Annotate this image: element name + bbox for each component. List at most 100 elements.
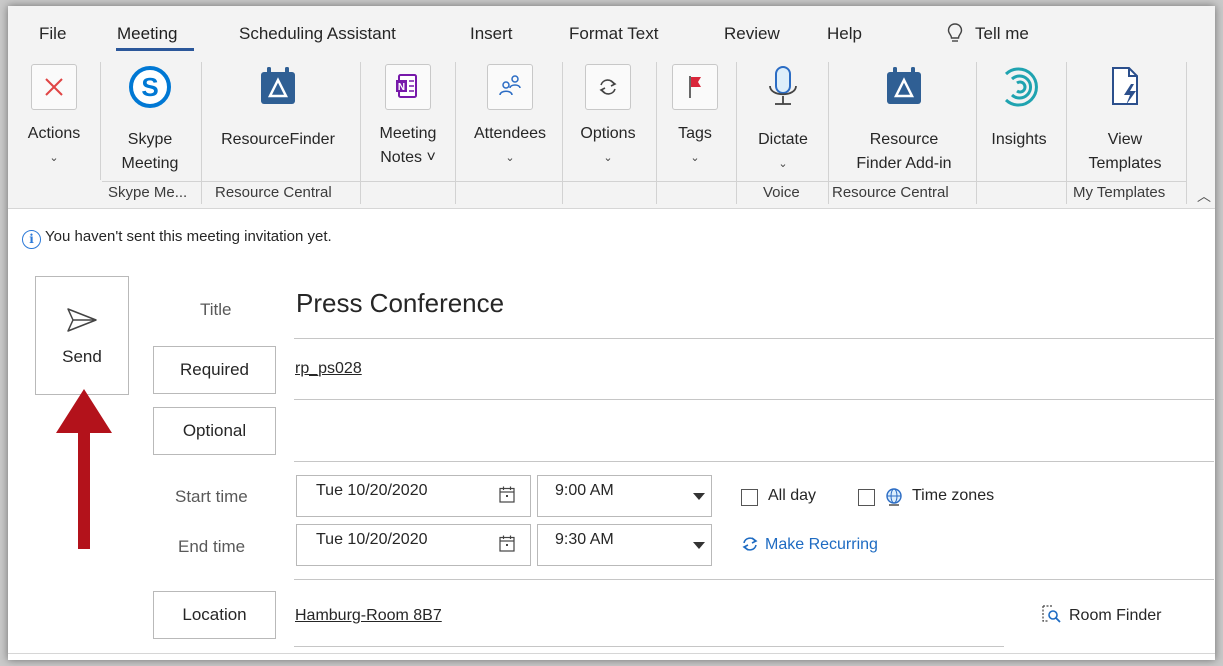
options-label: Options: [580, 125, 636, 142]
meeting-notes-label-2: Notes ˅: [380, 149, 436, 166]
view-templates-button[interactable]: View Templates: [1072, 62, 1178, 174]
group-label-skype: Skype Me...: [108, 184, 188, 201]
tab-insert[interactable]: Insert: [470, 24, 513, 44]
calendar-icon[interactable]: [499, 486, 515, 503]
location-input[interactable]: Hamburg-Room 8B7: [295, 607, 442, 625]
make-recurring-link[interactable]: Make Recurring: [741, 536, 878, 554]
room-finder-label: Room Finder: [1069, 607, 1162, 624]
template-icon: [1112, 67, 1138, 105]
end-date-picker[interactable]: Tue 10/20/2020: [296, 524, 531, 566]
info-icon: i: [22, 230, 41, 249]
send-button[interactable]: Send: [35, 276, 129, 395]
tab-help[interactable]: Help: [827, 24, 862, 44]
rf-addin-label-2: Finder Add-in: [856, 155, 952, 172]
skype-label-2: Meeting: [121, 155, 179, 172]
resource-finder-addin-button[interactable]: Resource Finder Add-in: [834, 62, 974, 174]
rf-addin-label-1: Resource: [869, 131, 939, 148]
required-underline: [294, 399, 1214, 400]
group-label-resource-central-2: Resource Central: [832, 184, 949, 201]
view-templates-label-1: View: [1107, 131, 1143, 148]
time-zones-checkbox[interactable]: [858, 489, 875, 506]
ribbon-separator: [100, 62, 101, 180]
all-day-checkbox[interactable]: [741, 489, 758, 506]
room-finder-icon: [1042, 605, 1061, 623]
recurring-icon: [742, 537, 758, 551]
send-icon: [67, 308, 97, 332]
meeting-notes-button[interactable]: N Meeting Notes ˅: [366, 62, 450, 174]
ribbon-separator: [976, 62, 977, 204]
location-button[interactable]: Location: [153, 591, 276, 639]
tab-meeting[interactable]: Meeting: [117, 24, 177, 44]
red-arrow-annotation: [56, 389, 112, 549]
start-time-label: Start time: [175, 487, 248, 506]
view-templates-label-2: Templates: [1088, 155, 1162, 172]
chevron-down-icon: ⌄: [603, 152, 613, 164]
resource-finder-icon: [887, 67, 921, 104]
tags-button[interactable]: Tags ⌄: [662, 62, 728, 174]
bottom-divider: [8, 653, 1215, 654]
delete-icon: [31, 64, 77, 110]
ribbon-separator: [455, 62, 456, 204]
resource-finder-icon: [261, 67, 295, 104]
ribbon-separator: [828, 62, 829, 204]
time-underline: [294, 579, 1214, 580]
actions-button[interactable]: Actions ⌄: [16, 62, 92, 174]
insights-icon: [1004, 67, 1038, 107]
calendar-icon[interactable]: [499, 535, 515, 552]
ribbon-separator: [1186, 62, 1187, 204]
end-date-value: Tue 10/20/2020: [316, 531, 428, 548]
start-date-picker[interactable]: Tue 10/20/2020: [296, 475, 531, 517]
skype-meeting-button[interactable]: S Skype Meeting: [108, 62, 192, 174]
collapse-ribbon-icon[interactable]: ︿: [1197, 186, 1211, 206]
tab-tell-me[interactable]: Tell me: [975, 24, 1029, 44]
chevron-down-icon: ⌄: [49, 152, 59, 164]
attendees-icon: [487, 64, 533, 110]
room-finder-button[interactable]: Room Finder: [1041, 604, 1161, 625]
all-day-label: All day: [768, 487, 817, 504]
tab-review[interactable]: Review: [724, 24, 780, 44]
info-bar: i You haven't sent this meeting invitatio…: [22, 228, 332, 249]
end-time-dropdown[interactable]: 9:30 AM: [537, 524, 712, 566]
chevron-down-icon: ⌄: [778, 158, 788, 170]
tab-file[interactable]: File: [39, 24, 66, 44]
svg-text:N: N: [398, 82, 405, 93]
options-button[interactable]: Options ⌄: [569, 62, 647, 174]
start-date-value: Tue 10/20/2020: [316, 482, 428, 499]
meeting-window: File Meeting Scheduling Assistant Insert…: [8, 6, 1215, 660]
resourcefinder-button[interactable]: ResourceFinder: [208, 62, 348, 174]
chevron-down-icon: ⌄: [690, 152, 700, 164]
ribbon-separator: [1066, 62, 1067, 204]
ribbon-separator: [736, 62, 737, 204]
active-tab-indicator: [116, 48, 194, 51]
group-label-voice: Voice: [763, 184, 800, 201]
chevron-down-icon: [693, 542, 705, 549]
dictate-label: Dictate: [758, 131, 808, 148]
meeting-notes-label-1: Meeting: [379, 125, 437, 142]
chevron-down-icon: ⌄: [505, 152, 515, 164]
onenote-icon: N: [385, 64, 431, 110]
end-time-label: End time: [178, 537, 246, 556]
start-time-dropdown[interactable]: 9:00 AM: [537, 475, 712, 517]
title-input[interactable]: Press Conference: [296, 288, 504, 319]
info-message: You haven't sent this meeting invitation…: [45, 228, 332, 245]
skype-label-1: Skype: [127, 131, 173, 148]
attendees-button[interactable]: Attendees ⌄: [462, 62, 558, 174]
tab-scheduling-assistant[interactable]: Scheduling Assistant: [239, 24, 396, 44]
optional-button[interactable]: Optional: [153, 407, 276, 455]
required-attendee[interactable]: rp_ps028: [295, 360, 362, 378]
flag-icon: [672, 64, 718, 110]
start-time-value: 9:00 AM: [555, 482, 614, 499]
dictate-button[interactable]: Dictate ⌄: [744, 62, 822, 174]
title-label: Title: [200, 300, 232, 319]
required-button[interactable]: Required: [153, 346, 276, 394]
tab-format-text[interactable]: Format Text: [569, 24, 658, 44]
ribbon-separator: [562, 62, 563, 204]
ribbon-separator: [656, 62, 657, 204]
optional-underline: [294, 461, 1214, 462]
globe-icon: [886, 488, 902, 506]
insights-button[interactable]: Insights: [980, 62, 1058, 174]
group-label-resource-central: Resource Central: [215, 184, 332, 201]
insights-label: Insights: [991, 131, 1047, 148]
ribbon-separator: [360, 62, 361, 204]
ribbon: File Meeting Scheduling Assistant Insert…: [8, 6, 1215, 209]
